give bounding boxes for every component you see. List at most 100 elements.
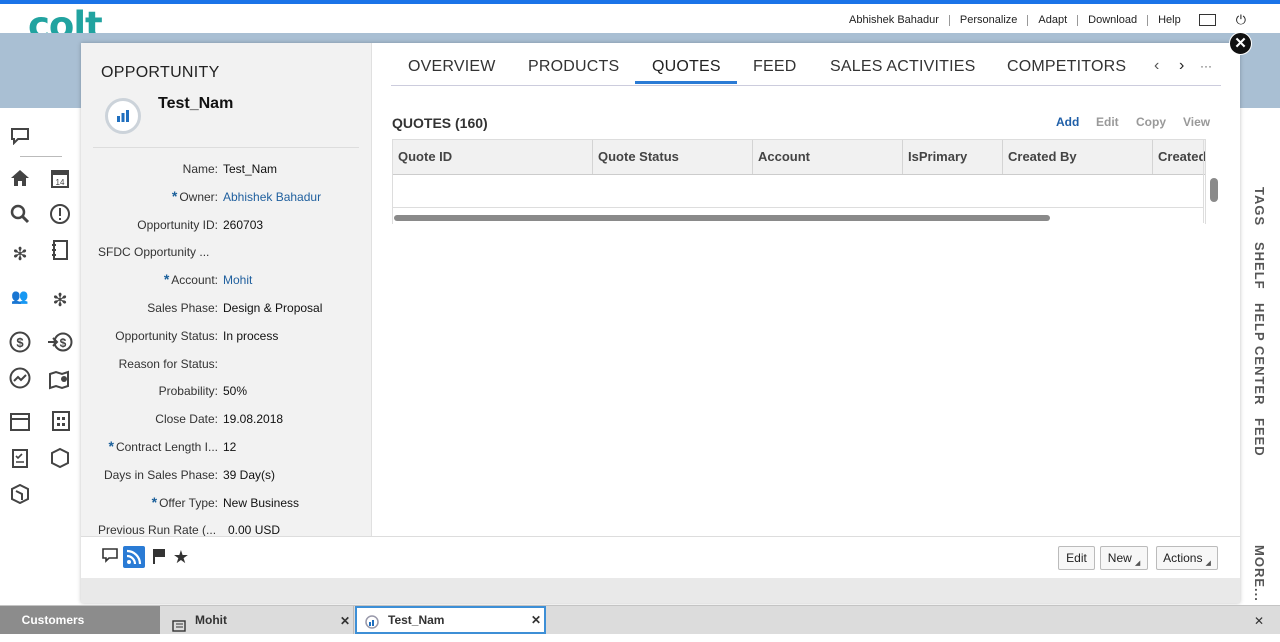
field-label: SFDC Opportunity ... <box>81 245 228 265</box>
field-label: * Contract Length I... <box>81 438 223 460</box>
required-marker: * <box>163 271 170 287</box>
opportunity-summary-panel: OPPORTUNITY Test_Nam Name: Test_Nam * Owner… <box>81 43 372 536</box>
active-tab-indicator <box>635 81 737 84</box>
taskbar: Customers Mohit ✕ Test_Nam ✕ ✕ <box>0 605 1280 634</box>
field-row: Previous Run Rate (... 0.00 USD <box>81 523 371 536</box>
search-icon[interactable] <box>9 203 31 225</box>
actions-button[interactable]: Actions ◢ <box>1156 546 1218 570</box>
svg-text:$: $ <box>60 336 67 350</box>
new-button[interactable]: New ◢ <box>1100 546 1148 570</box>
tab-bar: OVERVIEW PRODUCTS QUOTES FEED SALES ACTI… <box>391 43 1221 86</box>
field-value: 12 <box>223 440 237 454</box>
field-value[interactable]: Mohit <box>223 273 252 293</box>
col-isprimary[interactable]: IsPrimary <box>903 140 1003 174</box>
flag-icon[interactable] <box>150 548 168 566</box>
field-label-text: SFDC Opportunity ... <box>98 245 210 259</box>
edit-button[interactable]: Edit <box>1058 546 1095 570</box>
copy-quote-button[interactable]: Copy <box>1136 115 1166 129</box>
required-marker: * <box>108 438 114 454</box>
window-icon[interactable] <box>1198 14 1216 26</box>
checklist-icon[interactable] <box>9 447 31 469</box>
close-modal-icon[interactable]: ✕ <box>1229 32 1252 55</box>
tab-products[interactable]: PRODUCTS <box>528 58 619 76</box>
shelf-tab[interactable]: SHELF <box>1252 242 1267 290</box>
feed-side-tab[interactable]: FEED <box>1252 418 1267 457</box>
tab-sales-activities[interactable]: SALES ACTIVITIES <box>830 58 975 76</box>
contacts-icon[interactable]: 👥 <box>9 285 31 307</box>
chat-icon[interactable] <box>9 125 31 147</box>
field-value: New Business <box>223 496 300 510</box>
taskbar-item-label: Test_Nam <box>388 613 445 627</box>
opportunity-icon <box>365 613 379 638</box>
tab-next-icon[interactable]: › <box>1179 57 1184 75</box>
col-created-by[interactable]: Created By <box>1003 140 1153 174</box>
col-created[interactable]: Created <box>1153 140 1205 174</box>
taskbar-item-mohit[interactable]: Mohit ✕ <box>163 606 354 634</box>
field-label-text: Close Date: <box>155 412 218 426</box>
gear-icon[interactable]: ✻ <box>9 243 31 265</box>
home-icon[interactable] <box>9 167 31 189</box>
dollar-icon[interactable]: $ <box>9 331 31 353</box>
top-nav: Abhishek Bahadur Personalize Adapt Downl… <box>839 12 1246 28</box>
field-row: Opportunity ID: 260703 <box>81 218 371 238</box>
svg-text:$: $ <box>16 335 24 350</box>
field-label-text: Contract Length I... <box>115 440 218 454</box>
col-quote-id[interactable]: Quote ID <box>393 140 593 174</box>
horizontal-scrollbar[interactable] <box>394 215 1050 221</box>
col-account[interactable]: Account <box>753 140 903 174</box>
field-row: Probability: 50% <box>81 384 371 404</box>
edit-quote-button[interactable]: Edit <box>1096 115 1119 129</box>
growth-icon[interactable] <box>9 367 31 389</box>
alert-icon[interactable] <box>49 203 71 225</box>
customers-tab[interactable]: Customers <box>0 606 160 634</box>
tab-overview[interactable]: OVERVIEW <box>408 58 496 76</box>
personalize-link[interactable]: Personalize <box>950 14 1029 26</box>
star-icon[interactable]: ★ <box>172 548 190 566</box>
field-label: * Owner: <box>81 189 223 210</box>
box-icon[interactable] <box>49 447 71 469</box>
close-tab-icon[interactable]: ✕ <box>531 608 541 633</box>
more-tab[interactable]: MORE... <box>1252 545 1267 602</box>
close-all-tabs-icon[interactable]: ✕ <box>1254 614 1264 628</box>
field-label: Previous Run Rate (... <box>81 523 228 536</box>
taskbar-item-test-nam[interactable]: Test_Nam ✕ <box>355 606 546 634</box>
tags-tab[interactable]: TAGS <box>1252 187 1267 226</box>
tab-feed[interactable]: FEED <box>753 58 796 76</box>
close-tab-icon[interactable]: ✕ <box>340 607 350 635</box>
opportunity-avatar-icon <box>105 98 141 134</box>
rss-icon[interactable] <box>123 546 145 568</box>
rail-divider <box>20 156 62 157</box>
calendar-grid-icon[interactable] <box>9 410 31 432</box>
download-link[interactable]: Download <box>1078 14 1149 26</box>
field-value[interactable]: Abhishek Bahadur <box>223 190 321 210</box>
package-icon[interactable] <box>9 483 31 505</box>
col-quote-status[interactable]: Quote Status <box>593 140 753 174</box>
help-link[interactable]: Help <box>1148 14 1191 26</box>
calculator-icon[interactable] <box>49 410 71 432</box>
power-icon[interactable]: ⏻ <box>1236 12 1246 28</box>
tab-quotes[interactable]: QUOTES <box>652 58 721 76</box>
tab-prev-icon[interactable]: ‹ <box>1154 57 1159 75</box>
app-header: colt Abhishek Bahadur Personalize Adapt … <box>0 4 1280 46</box>
help-center-tab[interactable]: HELP CENTER <box>1252 303 1267 406</box>
field-row: * Account: Mohit <box>81 271 371 293</box>
add-quote-button[interactable]: Add <box>1056 115 1079 129</box>
notebook-icon[interactable] <box>49 239 71 261</box>
comment-icon[interactable] <box>101 548 119 566</box>
user-menu-link[interactable]: Abhishek Bahadur <box>839 14 950 26</box>
taskbar-item-label: Mohit <box>195 613 227 627</box>
field-label: * Offer Type: <box>81 495 223 516</box>
field-value: 19.08.2018 <box>223 412 284 426</box>
settings-icon[interactable]: ✻ <box>49 289 71 311</box>
more-tabs-icon[interactable]: ··· <box>1200 59 1212 73</box>
transfer-dollar-icon[interactable]: $ <box>47 331 73 353</box>
view-quote-button[interactable]: View <box>1183 115 1210 129</box>
tab-competitors[interactable]: COMPETITORS <box>1007 58 1126 76</box>
field-label-text: Previous Run Rate (... <box>98 523 217 536</box>
vertical-scrollbar[interactable] <box>1210 178 1218 202</box>
field-label-text: Opportunity Status: <box>115 329 218 343</box>
calendar-icon[interactable]: 14 <box>49 167 71 189</box>
quotes-title: QUOTES (160) <box>392 115 488 131</box>
adapt-link[interactable]: Adapt <box>1028 14 1079 26</box>
map-icon[interactable] <box>49 369 71 391</box>
